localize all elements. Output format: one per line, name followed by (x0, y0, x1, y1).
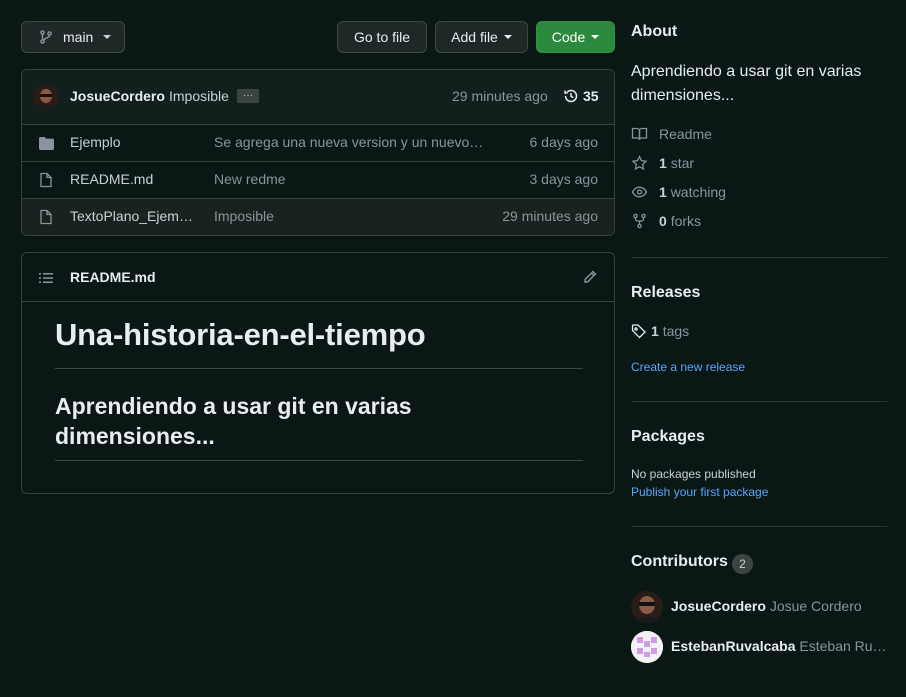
forks-count: 0 (659, 213, 667, 229)
file-icon (39, 209, 53, 225)
file-row[interactable]: TextoPlano_Ejem… Imposible 29 minutes ag… (22, 198, 614, 235)
chevron-down-icon (591, 35, 600, 39)
commit-author[interactable]: JosueCordero (70, 88, 165, 104)
pencil-icon[interactable] (582, 269, 598, 285)
avatar[interactable] (631, 631, 663, 663)
create-release-link[interactable]: Create a new release (631, 360, 745, 374)
divider (631, 257, 887, 258)
book-icon (631, 126, 648, 142)
file-time: 29 minutes ago (502, 208, 598, 224)
watching-count: 1 (659, 184, 667, 200)
file-commit-message[interactable]: New redme (214, 171, 286, 187)
watching-label: watching (670, 184, 726, 200)
folder-icon (38, 135, 55, 151)
forks-link[interactable]: 0 forks (631, 213, 701, 229)
commit-count[interactable]: 35 (583, 88, 599, 104)
readme-filename[interactable]: README.md (70, 269, 156, 285)
file-icon (39, 172, 53, 188)
list-unordered-icon[interactable] (38, 270, 54, 286)
no-packages-text: No packages published (631, 467, 756, 481)
chevron-down-icon (103, 35, 112, 39)
latest-commit-bar: JosueCordero Imposible ··· 29 minutes ag… (22, 70, 614, 124)
avatar[interactable] (631, 591, 663, 623)
readme-header: README.md (22, 253, 614, 302)
about-description: Aprendiendo a usar git en varias dimensi… (631, 63, 862, 104)
go-to-file-button[interactable]: Go to file (337, 21, 427, 53)
add-file-label: Add file (451, 29, 498, 45)
contributor-name: Esteban Ru… (799, 638, 887, 654)
history-icon[interactable] (563, 88, 579, 104)
file-name[interactable]: TextoPlano_Ejem… (70, 208, 193, 224)
fork-icon (631, 213, 648, 229)
file-commit-message[interactable]: Imposible (214, 208, 274, 224)
contributor-entry[interactable]: EstebanRuvalcaba Esteban Ru… (671, 638, 889, 654)
readme-link-label: Readme (659, 126, 712, 142)
file-list-panel: JosueCordero Imposible ··· 29 minutes ag… (21, 69, 615, 236)
git-branch-icon (38, 29, 54, 45)
branch-select-button[interactable]: main (21, 21, 125, 53)
stars-label: star (670, 155, 695, 171)
code-button[interactable]: Code (536, 21, 615, 53)
file-commit-message[interactable]: Se agrega una nueva version y un nuevo… (214, 134, 483, 150)
divider (55, 368, 583, 369)
readme-panel: README.md Una-historia-en-el-tiempo Apre… (21, 252, 615, 494)
branch-name: main (63, 29, 94, 45)
readme-link[interactable]: Readme (631, 126, 712, 142)
watchers-link[interactable]: 1 watching (631, 184, 726, 200)
file-name[interactable]: README.md (70, 171, 153, 187)
add-file-button[interactable]: Add file (435, 21, 528, 53)
commit-time[interactable]: 29 minutes ago (452, 88, 548, 104)
file-time: 6 days ago (529, 134, 599, 150)
chevron-down-icon (503, 35, 512, 39)
commit-message[interactable]: Imposible (169, 88, 229, 104)
tags-label: tags (662, 323, 690, 339)
releases-heading[interactable]: Releases (631, 284, 700, 302)
star-icon (631, 155, 648, 171)
tags-count: 1 (651, 323, 659, 339)
commit-ellipsis-button[interactable]: ··· (237, 89, 259, 103)
file-time: 3 days ago (529, 171, 599, 187)
packages-heading[interactable]: Packages (631, 428, 705, 446)
stars-link[interactable]: 1 star (631, 155, 694, 171)
divider (631, 401, 887, 402)
contributor-name: Josue Cordero (769, 598, 862, 614)
code-label: Code (551, 29, 586, 45)
divider (55, 460, 583, 461)
file-row[interactable]: Ejemplo Se agrega una nueva version y un… (22, 124, 614, 161)
about-heading: About (631, 23, 678, 40)
tags-link[interactable]: 1 tags (631, 323, 689, 339)
eye-icon (631, 184, 648, 200)
readme-title: Una-historia-en-el-tiempo (55, 317, 426, 352)
contributors-heading[interactable]: Contributors (631, 553, 728, 571)
file-row[interactable]: README.md New redme 3 days ago (22, 161, 614, 198)
divider (631, 526, 887, 527)
forks-label: forks (670, 213, 702, 229)
contributor-entry[interactable]: JosueCordero Josue Cordero (671, 598, 862, 614)
contributor-login[interactable]: EstebanRuvalcaba (671, 638, 796, 654)
tag-icon (631, 323, 647, 339)
contributors-count-badge: 2 (732, 554, 753, 574)
readme-subtitle: Aprendiendo a usar git en varias dimensi… (55, 393, 412, 449)
contributor-login[interactable]: JosueCordero (671, 598, 766, 614)
avatar[interactable] (34, 85, 58, 109)
file-name[interactable]: Ejemplo (70, 134, 121, 150)
stars-count: 1 (659, 155, 667, 171)
publish-package-link[interactable]: Publish your first package (631, 485, 768, 499)
go-to-file-label: Go to file (353, 29, 411, 45)
